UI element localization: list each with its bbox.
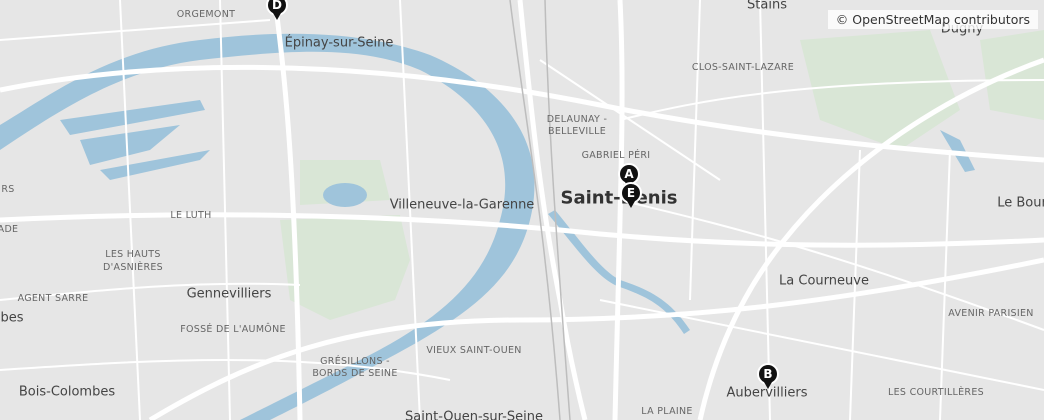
map-marker-d[interactable]: D <box>265 0 289 21</box>
map-marker-e[interactable]: E <box>619 181 643 209</box>
map-marker-b[interactable]: B <box>756 362 780 390</box>
map-attribution[interactable]: © OpenStreetMap contributors <box>827 10 1038 29</box>
map-base-layer <box>0 0 1044 420</box>
lake <box>323 183 367 207</box>
map-canvas[interactable]: Stains Dugny ORGEMONT Épinay-sur-Seine C… <box>0 0 1044 420</box>
